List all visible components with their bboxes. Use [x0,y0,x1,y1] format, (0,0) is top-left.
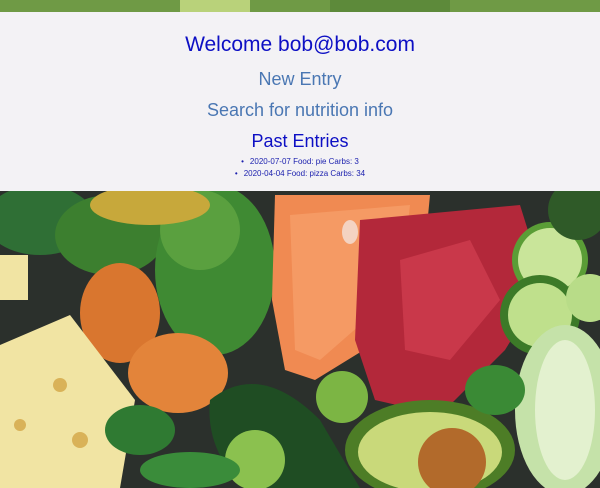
entry-text: 2020-07-07 Food: pie Carbs: 3 [249,157,359,166]
new-entry-link[interactable]: New Entry [0,68,600,90]
welcome-heading: Welcome bob@bob.com [185,33,415,56]
entry-text: 2020-04-04 Food: pizza Carbs: 34 [243,169,366,178]
content-panel: Welcome bob@bob.com New Entry Search for… [0,12,600,191]
bullet-icon: • [241,157,244,166]
search-nutrition-link[interactable]: Search for nutrition info [0,99,600,121]
list-item: • 2020-07-07 Food: pie Carbs: 3 [0,156,600,168]
list-item: • 2020-04-04 Food: pizza Carbs: 34 [0,168,600,180]
bullet-icon: • [234,169,238,178]
past-entries-list: • 2020-07-07 Food: pie Carbs: 3 • 2020-04-… [0,156,600,180]
past-entries-heading: Past Entries [251,131,349,151]
